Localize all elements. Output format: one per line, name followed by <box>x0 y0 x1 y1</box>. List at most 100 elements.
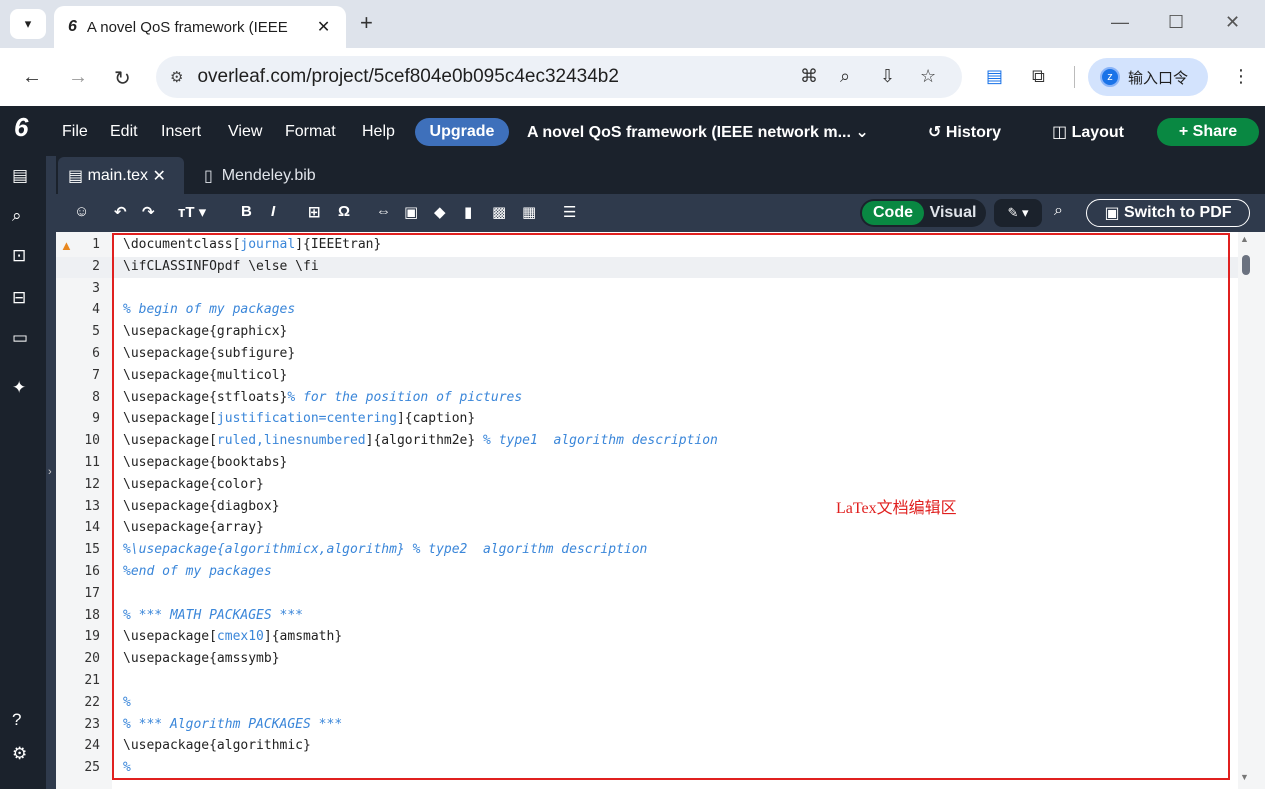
translate-icon[interactable]: ⌘ <box>800 66 818 87</box>
extensions-icon[interactable]: ⧉ <box>1032 66 1045 87</box>
bookmark-star-icon[interactable]: ☆ <box>920 66 936 87</box>
find-icon[interactable]: ⌕ <box>1054 202 1063 220</box>
italic-icon[interactable]: I <box>271 203 275 220</box>
tab-search-chevron-icon[interactable]: ▾ <box>10 9 46 39</box>
visual-mode-button[interactable]: Visual <box>924 204 982 222</box>
scroll-up-icon[interactable]: ▲ <box>1240 234 1249 244</box>
file-tab-main-tex[interactable]: ▤ main.tex ✕ <box>58 157 184 194</box>
reference-icon[interactable]: ▮ <box>464 203 472 221</box>
switch-to-pdf-button[interactable]: ▣ Switch to PDF <box>1086 199 1250 227</box>
ai-toolbar-icon[interactable]: ☺ <box>74 203 89 220</box>
tab-title: A novel QoS framework (IEEE <box>86 18 288 36</box>
history-button[interactable]: ↺ History <box>928 122 1001 142</box>
layout-icon: ◫ <box>1052 124 1072 141</box>
upgrade-button[interactable]: Upgrade <box>415 118 509 146</box>
file-tab-label: main.tex <box>87 166 149 184</box>
line-number: 12 <box>84 476 100 492</box>
file-tab-label: Mendeley.bib <box>221 166 316 184</box>
text-size-icon[interactable]: тT ▾ <box>178 203 206 221</box>
profile-label: 输入口令 <box>1128 69 1189 87</box>
menu-file[interactable]: File <box>62 123 88 141</box>
integrations-icon[interactable]: ⊡ <box>12 246 26 266</box>
bib-file-icon: ▯ <box>204 167 222 185</box>
maximize-icon[interactable]: ☐ <box>1168 12 1184 33</box>
menu-edit[interactable]: Edit <box>110 123 138 141</box>
review-icon[interactable]: ⊟ <box>12 288 26 308</box>
symbol-omega-icon[interactable]: Ω <box>338 203 350 220</box>
site-info-icon[interactable]: ⚙ <box>170 68 183 86</box>
file-icon: ▤ <box>68 167 88 185</box>
more-menu-icon[interactable]: ⋮ <box>1232 66 1250 87</box>
layout-button[interactable]: ◫ Layout <box>1052 122 1124 142</box>
editor-scrollbar[interactable] <box>1238 232 1265 789</box>
overleaf-logo-icon[interactable]: 6 <box>14 112 28 143</box>
back-icon[interactable]: ← <box>22 66 42 89</box>
scrollbar-thumb[interactable] <box>1242 255 1250 275</box>
minimize-icon[interactable]: — <box>1111 12 1129 33</box>
document-extension-icon[interactable]: ▤ <box>986 66 1003 87</box>
settings-gear-icon[interactable]: ⚙ <box>12 744 27 764</box>
annotation-label: LaTex文档编辑区 <box>836 500 957 517</box>
file-tree-icon[interactable]: ▤ <box>12 166 28 186</box>
share-label: Share <box>1192 123 1238 140</box>
redo-icon[interactable]: ↷ <box>142 203 155 221</box>
line-number: 2 <box>92 258 100 274</box>
line-number: 21 <box>84 673 100 688</box>
close-tab-icon[interactable]: ✕ <box>148 166 165 186</box>
annotation-box <box>112 233 1230 780</box>
line-number: 14 <box>84 520 100 536</box>
menu-format[interactable]: Format <box>285 123 336 141</box>
line-number: 3 <box>92 280 100 296</box>
add-user-icon: + <box>1178 123 1193 140</box>
history-icon: ↺ <box>928 124 946 141</box>
forward-icon[interactable]: → <box>68 66 88 89</box>
chat-icon[interactable]: ▭ <box>12 328 28 348</box>
bold-icon[interactable]: B <box>241 203 252 220</box>
editor-toolbar <box>56 194 1265 232</box>
menu-view[interactable]: View <box>228 123 262 141</box>
list-icon[interactable]: ☰ <box>563 203 576 221</box>
ai-assist-icon[interactable]: ✦ <box>12 378 26 398</box>
project-title[interactable]: A novel QoS framework (IEEE network m...… <box>527 122 869 142</box>
profile-avatar: z <box>1100 67 1120 87</box>
line-number: 17 <box>84 585 100 601</box>
code-visual-toggle: Code Visual <box>860 199 986 227</box>
file-tab-mendeley-bib[interactable]: ▯ Mendeley.bib <box>204 157 316 194</box>
menu-insert[interactable]: Insert <box>161 123 201 141</box>
line-number: 6 <box>92 346 100 361</box>
expand-panel-icon[interactable]: › <box>48 466 52 478</box>
help-icon[interactable]: ? <box>12 710 21 730</box>
comment-icon[interactable]: ▣ <box>404 203 418 221</box>
undo-icon[interactable]: ↶ <box>114 203 127 221</box>
line-number: 19 <box>84 629 100 645</box>
math-icon[interactable]: ⊞ <box>308 203 321 221</box>
code-mode-button[interactable]: Code <box>862 201 924 225</box>
history-label: History <box>945 124 1001 141</box>
install-app-icon[interactable]: ⇩ <box>880 66 895 87</box>
tab-close-icon[interactable]: ✕ <box>317 17 330 37</box>
share-button[interactable]: + Share <box>1157 118 1259 146</box>
new-tab-icon[interactable]: + <box>360 10 373 36</box>
line-number: 1 <box>92 237 100 252</box>
figure-icon[interactable]: ▩ <box>492 203 506 221</box>
browser-tab[interactable]: 6 A novel QoS framework (IEEE ✕ <box>54 6 346 48</box>
search-icon[interactable]: ⌕ <box>12 206 22 226</box>
profile-button[interactable]: z 输入口令 <box>1088 58 1208 96</box>
overleaf-favicon-icon: 6 <box>68 18 77 35</box>
scroll-down-icon[interactable]: ▼ <box>1240 772 1249 782</box>
menu-help[interactable]: Help <box>362 123 395 141</box>
line-number: 11 <box>84 455 100 470</box>
line-number: 25 <box>84 760 100 776</box>
line-number: 24 <box>84 738 100 754</box>
editing-mode-dropdown[interactable]: ✎ ▾ <box>994 199 1042 227</box>
link-icon[interactable]: ⇔ <box>376 203 391 220</box>
table-icon[interactable]: ▦ <box>522 203 536 221</box>
line-number: 18 <box>84 607 100 623</box>
reload-icon[interactable]: ↻ <box>114 66 131 91</box>
line-number: 23 <box>84 716 100 732</box>
close-window-icon[interactable]: ✕ <box>1225 12 1240 33</box>
tag-icon[interactable]: ◆ <box>434 203 446 221</box>
line-number: 10 <box>84 433 100 449</box>
zoom-icon[interactable]: ⌕ <box>840 66 850 87</box>
pdf-icon: ▣ <box>1104 205 1124 222</box>
